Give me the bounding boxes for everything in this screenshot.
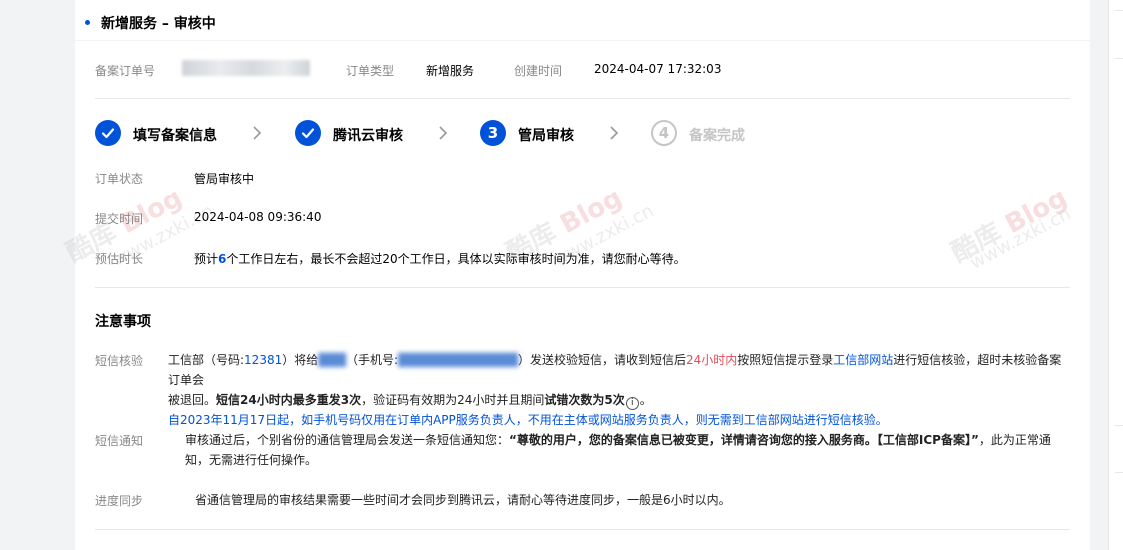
status-divider [95, 287, 1070, 288]
sync-label: 进度同步 [95, 494, 144, 508]
sms-notify-label: 短信通知 [95, 434, 144, 448]
order-type-value: 新增服务 [426, 64, 475, 78]
redacted-phone: █████████████ [397, 353, 518, 367]
step-2-label: 腾讯云审核 [333, 128, 403, 144]
notes-divider [95, 529, 1070, 530]
chevron-right-icon [253, 126, 262, 140]
step-3-label: 管局审核 [518, 128, 574, 144]
estimate-label: 预估时长 [95, 252, 144, 266]
tab-order-status[interactable]: 新增服务 – 审核中 [75, 0, 238, 43]
order-no-label: 备案订单号 [95, 64, 156, 78]
notes-title: 注意事项 [95, 314, 151, 330]
header-divider [95, 98, 1070, 99]
tab-title: 新增服务 – 审核中 [101, 16, 216, 32]
active-dot [85, 20, 90, 25]
order-no-redacted [182, 60, 310, 76]
estimate-value: 预计6个工作日左右，最长不会超过20个工作日，具体以实际审核时间为准，请您耐心等… [194, 252, 686, 266]
sms-notify-text: 审核通过后，个别省份的通信管理局会发送一条短信通知您：“尊敬的用户，您的备案信息… [185, 433, 1051, 467]
order-state-label: 订单状态 [95, 172, 144, 186]
step-4-label: 备案完成 [689, 128, 745, 144]
order-state-value: 管局审核中 [194, 172, 255, 186]
created-value: 2024-04-07 17:32:03 [594, 62, 722, 76]
chevron-right-icon [610, 126, 619, 140]
sms-verify-notice: 自2023年11月17日起，如手机号码仅用在订单内APP服务负责人，不用在主体或… [168, 413, 888, 427]
step-1-label: 填写备案信息 [133, 128, 217, 144]
submit-time-label: 提交时间 [95, 212, 144, 226]
submit-time-value: 2024-04-08 09:36:40 [194, 210, 322, 224]
step-3-number: 3 [480, 120, 506, 146]
created-label: 创建时间 [514, 64, 563, 78]
miit-website-link[interactable]: 工信部网站 [833, 353, 893, 367]
step-2-check-icon [295, 120, 321, 146]
order-type-label: 订单类型 [346, 64, 395, 78]
step-1-check-icon [95, 120, 121, 146]
miit-phone: 12381 [244, 353, 283, 367]
redacted-name: ███ [318, 353, 346, 367]
sms-verify-label: 短信核验 [95, 354, 144, 368]
chevron-right-icon [439, 126, 448, 140]
step-4-number: 4 [651, 120, 677, 146]
side-panel-edge [1108, 0, 1123, 550]
tab-divider [75, 40, 1090, 41]
sms-verify-text: 工信部（号码:12381）将给███（手机号:█████████████）发送校… [168, 350, 1070, 430]
info-icon: i [625, 397, 639, 410]
deadline-text: 24小时内 [685, 353, 738, 367]
sync-text: 省通信管理局的审核结果需要一些时间才会同步到腾讯云，请耐心等待进度同步，一般是6… [195, 493, 731, 507]
